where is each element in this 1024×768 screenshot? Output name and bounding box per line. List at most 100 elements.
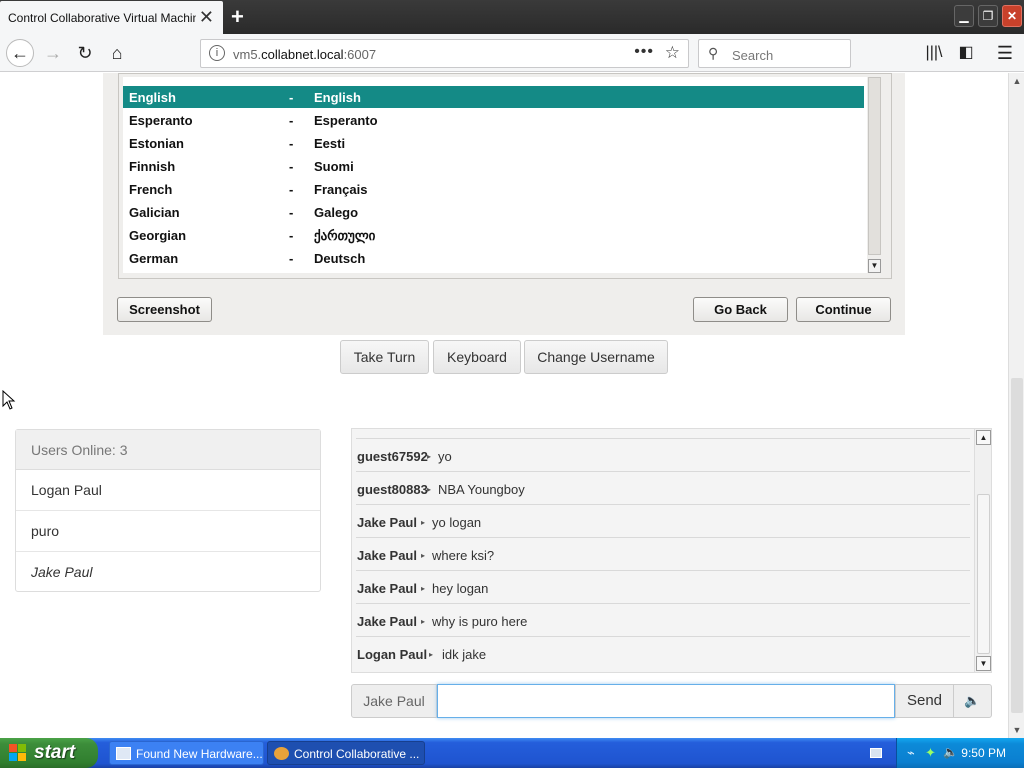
chat-username: guest67592 — [357, 449, 428, 464]
close-tab-icon[interactable]: ✕ — [199, 7, 214, 28]
go-back-button[interactable]: Go Back — [693, 297, 788, 322]
language-name: Galician — [129, 205, 180, 220]
security-icon[interactable]: ✦ — [925, 745, 936, 761]
chat-text: NBA Youngboy — [438, 482, 525, 497]
clock: 9:50 PM — [961, 746, 1006, 760]
chat-arrow-icon: ▸ — [427, 485, 432, 494]
menu-icon[interactable]: ☰ — [992, 41, 1018, 65]
chat-scroll-thumb[interactable] — [977, 494, 990, 654]
page-scroll-thumb[interactable] — [1011, 378, 1023, 713]
language-row[interactable]: Esperanto - Esperanto — [123, 109, 864, 131]
chat-text: yo — [438, 449, 452, 464]
url-bar[interactable]: i vm5.collabnet.local:6007 ••• ☆ — [200, 39, 689, 68]
language-list-scroll-thumb[interactable] — [868, 77, 881, 255]
restore-icon[interactable]: ❐ — [978, 5, 998, 27]
reload-icon[interactable]: ↻ — [72, 41, 98, 65]
scroll-down-icon[interactable]: ▼ — [976, 656, 991, 671]
page-scrollbar[interactable]: ▲ ▼ — [1008, 73, 1024, 738]
scroll-up-icon[interactable]: ▲ — [1010, 73, 1024, 89]
chat-username: Jake Paul — [357, 581, 417, 596]
user-item[interactable]: Logan Paul — [16, 470, 320, 511]
language-row[interactable]: Estonian - Eesti — [123, 132, 864, 154]
back-icon[interactable]: ← — [6, 39, 34, 67]
info-icon[interactable]: i — [209, 45, 225, 61]
chat-arrow-icon: ▸ — [421, 617, 426, 626]
language-name: English — [129, 90, 176, 105]
change-username-button[interactable]: Change Username — [524, 340, 668, 374]
language-list[interactable]: English - English Esperanto - Esperanto … — [123, 77, 867, 273]
chat-message: guest67592 ▸ yo — [356, 439, 970, 472]
minimize-icon[interactable]: ▁ — [954, 5, 974, 27]
forward-icon[interactable]: → — [40, 41, 66, 65]
sidebar-icon[interactable]: ◧ — [953, 41, 979, 65]
scroll-down-icon[interactable]: ▼ — [1010, 722, 1024, 738]
language-row[interactable]: German - Deutsch — [123, 247, 864, 269]
user-item-self[interactable]: Jake Paul — [16, 552, 320, 593]
taskbar-item-hardware[interactable]: Found New Hardware... — [109, 741, 264, 765]
language-row[interactable]: Georgian - ქართული — [123, 224, 864, 246]
home-icon[interactable]: ⌂ — [104, 41, 130, 65]
language-sep: - — [289, 228, 294, 243]
send-button[interactable]: Send — [895, 684, 954, 718]
chat-log[interactable]: guest67592 ▸ yo guest80883 ▸ NBA Youngboy … — [351, 428, 992, 673]
language-row[interactable]: French - Français — [123, 178, 864, 200]
chat-scrollbar[interactable]: ▲ ▼ — [974, 429, 991, 672]
search-box[interactable]: ⚲ Search — [698, 39, 851, 68]
chat-message-input[interactable] — [437, 684, 895, 718]
chat-username: guest80883 — [357, 482, 428, 497]
language-name: Finnish — [129, 159, 176, 174]
navigation-bar: ← → ↻ ⌂ i vm5.collabnet.local:6007 ••• ☆… — [0, 34, 1024, 72]
language-native: Deutsch — [314, 251, 366, 266]
speaker-icon[interactable]: 🔈 — [943, 745, 958, 759]
start-label: start — [34, 742, 76, 763]
chat-input-row: Jake Paul Send 🔈 — [351, 684, 992, 719]
language-row[interactable]: Finnish - Suomi — [123, 155, 864, 177]
language-name: Georgian — [129, 228, 187, 243]
taskbar-item-browser[interactable]: Control Collaborative ... — [267, 741, 425, 765]
scroll-down-icon[interactable]: ▼ — [868, 259, 881, 273]
bookmark-star-icon[interactable]: ☆ — [665, 43, 680, 63]
network-icon[interactable]: ⌁ — [907, 745, 915, 761]
language-native: Esperanto — [314, 113, 378, 128]
users-online-header: Users Online: 3 — [16, 430, 320, 470]
screenshot-button[interactable]: Screenshot — [117, 297, 212, 322]
scroll-up-icon[interactable]: ▲ — [976, 430, 991, 445]
language-native: English — [314, 90, 361, 105]
language-sep: - — [289, 205, 294, 220]
browser-tab[interactable]: Control Collaborative Virtual Machines! … — [0, 1, 223, 34]
language-native: Galego — [314, 205, 359, 220]
continue-button[interactable]: Continue — [796, 297, 891, 322]
url-host: collabnet.local — [261, 47, 344, 62]
page-actions-icon[interactable]: ••• — [634, 43, 654, 61]
language-row[interactable]: English - English — [123, 86, 864, 108]
chat-message: Jake Paul ▸ why is puro here — [356, 604, 970, 637]
url-prefix: vm5. — [233, 47, 262, 62]
language-name: Estonian — [129, 136, 184, 151]
new-tab-icon[interactable]: + — [231, 4, 244, 30]
language-name: Esperanto — [129, 113, 193, 128]
url-port: :6007 — [343, 47, 377, 62]
language-sep: - — [289, 90, 294, 105]
language-row[interactable]: Galician - Galego — [123, 201, 864, 223]
chat-arrow-icon: ▸ — [427, 452, 432, 461]
library-icon[interactable]: |||\ — [921, 41, 947, 65]
window-close-icon[interactable]: ✕ — [1002, 5, 1022, 27]
language-sep: - — [289, 182, 294, 197]
user-item[interactable]: puro — [16, 511, 320, 552]
volume-icon[interactable]: 🔈 — [953, 684, 992, 718]
search-icon: ⚲ — [708, 45, 719, 61]
chat-message: Jake Paul ▸ where ksi? — [356, 538, 970, 571]
taskbar-item-label: Found New Hardware... — [136, 747, 263, 761]
chat-message: Logan Paul ▸ idk jake — [356, 637, 970, 670]
users-online-panel: Users Online: 3 Logan Paul puro Jake Pau… — [15, 429, 321, 592]
search-placeholder: Search — [732, 48, 774, 63]
language-native: Suomi — [314, 159, 354, 174]
start-button[interactable]: start — [0, 738, 98, 768]
language-list-scrollbar[interactable]: ▼ — [867, 77, 882, 273]
keyboard-layout-icon[interactable] — [870, 748, 882, 758]
keyboard-button[interactable]: Keyboard — [433, 340, 521, 374]
chat-username: Jake Paul — [357, 515, 417, 530]
take-turn-button[interactable]: Take Turn — [340, 340, 429, 374]
language-sep: - — [289, 136, 294, 151]
chat-arrow-icon: ▸ — [421, 518, 426, 527]
